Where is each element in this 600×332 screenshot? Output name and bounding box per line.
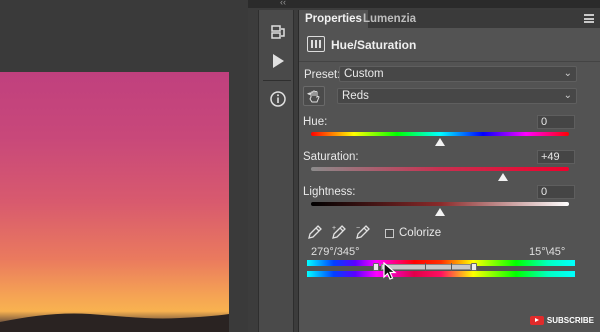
chevron-down-icon: ⌄: [563, 68, 572, 79]
output-color-bar: [307, 271, 575, 277]
colorize-checkbox[interactable]: [385, 229, 394, 238]
colorize-label: Colorize: [399, 227, 442, 239]
lightness-label: Lightness:: [303, 186, 356, 198]
collapse-panels-icon[interactable]: ‹‹: [280, 0, 286, 7]
channel-value: Reds: [342, 90, 369, 102]
add-to-sample-eyedropper-icon[interactable]: +: [331, 224, 347, 240]
mouse-cursor-icon: [383, 262, 397, 280]
lightness-slider-track[interactable]: [311, 202, 569, 206]
hue-value-field[interactable]: 0: [537, 115, 575, 129]
range-left-label: 279°/345°: [311, 246, 360, 258]
hue-saturation-adjustment-icon: [307, 36, 325, 52]
targeted-adjustment-hand-icon[interactable]: ◂▸: [303, 86, 325, 106]
collapsed-panel-strip: [258, 10, 294, 332]
hill-silhouette: [0, 313, 229, 332]
saturation-slider-thumb[interactable]: [498, 173, 509, 181]
preset-value: Custom: [344, 68, 384, 80]
svg-text:−: −: [356, 225, 360, 232]
eyedropper-icon[interactable]: [307, 224, 323, 240]
hue-slider-thumb[interactable]: [435, 138, 445, 146]
info-icon[interactable]: [269, 90, 287, 108]
panel-title: Hue/Saturation: [331, 38, 417, 52]
svg-text:+: +: [332, 225, 336, 232]
chevron-down-icon: ⌄: [563, 90, 572, 101]
lightness-slider-thumb[interactable]: [435, 208, 445, 216]
adjustment-header: Hue/Saturation: [299, 28, 600, 62]
channel-dropdown[interactable]: Reds ⌄: [337, 88, 577, 104]
panel-tabs: Properties Lumenzia: [299, 10, 600, 28]
subscribe-watermark[interactable]: SUBSCRIBE: [529, 314, 594, 326]
sunset-photo[interactable]: [0, 72, 229, 332]
range-left-inner-handle[interactable]: [425, 263, 426, 271]
preset-dropdown[interactable]: Custom ⌄: [339, 66, 577, 82]
range-right-label: 15°\45°: [529, 246, 566, 258]
range-right-inner-handle[interactable]: [451, 263, 452, 271]
tab-lumenzia[interactable]: Lumenzia: [357, 10, 422, 28]
lightness-value-field[interactable]: 0: [537, 185, 575, 199]
panel-dock-bar: [248, 0, 600, 8]
subtract-from-sample-eyedropper-icon[interactable]: −: [355, 224, 371, 240]
hue-slider-track[interactable]: [311, 132, 569, 136]
range-right-falloff-handle[interactable]: [471, 263, 477, 271]
panel-menu-icon[interactable]: [584, 14, 594, 23]
saturation-value-field[interactable]: +49: [537, 150, 575, 164]
youtube-logo-icon: [529, 315, 544, 325]
history-icon[interactable]: [269, 24, 287, 42]
properties-panel: Properties Lumenzia Hue/Saturation Prese…: [298, 10, 600, 332]
toolstrip-divider: [263, 80, 291, 81]
svg-text:◂▸: ◂▸: [307, 91, 313, 97]
document-canvas[interactable]: [0, 0, 248, 332]
play-icon[interactable]: [269, 52, 287, 70]
saturation-slider-track[interactable]: [311, 167, 569, 171]
range-left-falloff-handle[interactable]: [373, 263, 379, 271]
subscribe-label: SUBSCRIBE: [546, 315, 594, 325]
preset-label: Preset:: [304, 69, 341, 81]
hue-label: Hue:: [303, 116, 328, 128]
saturation-label: Saturation:: [303, 151, 359, 163]
